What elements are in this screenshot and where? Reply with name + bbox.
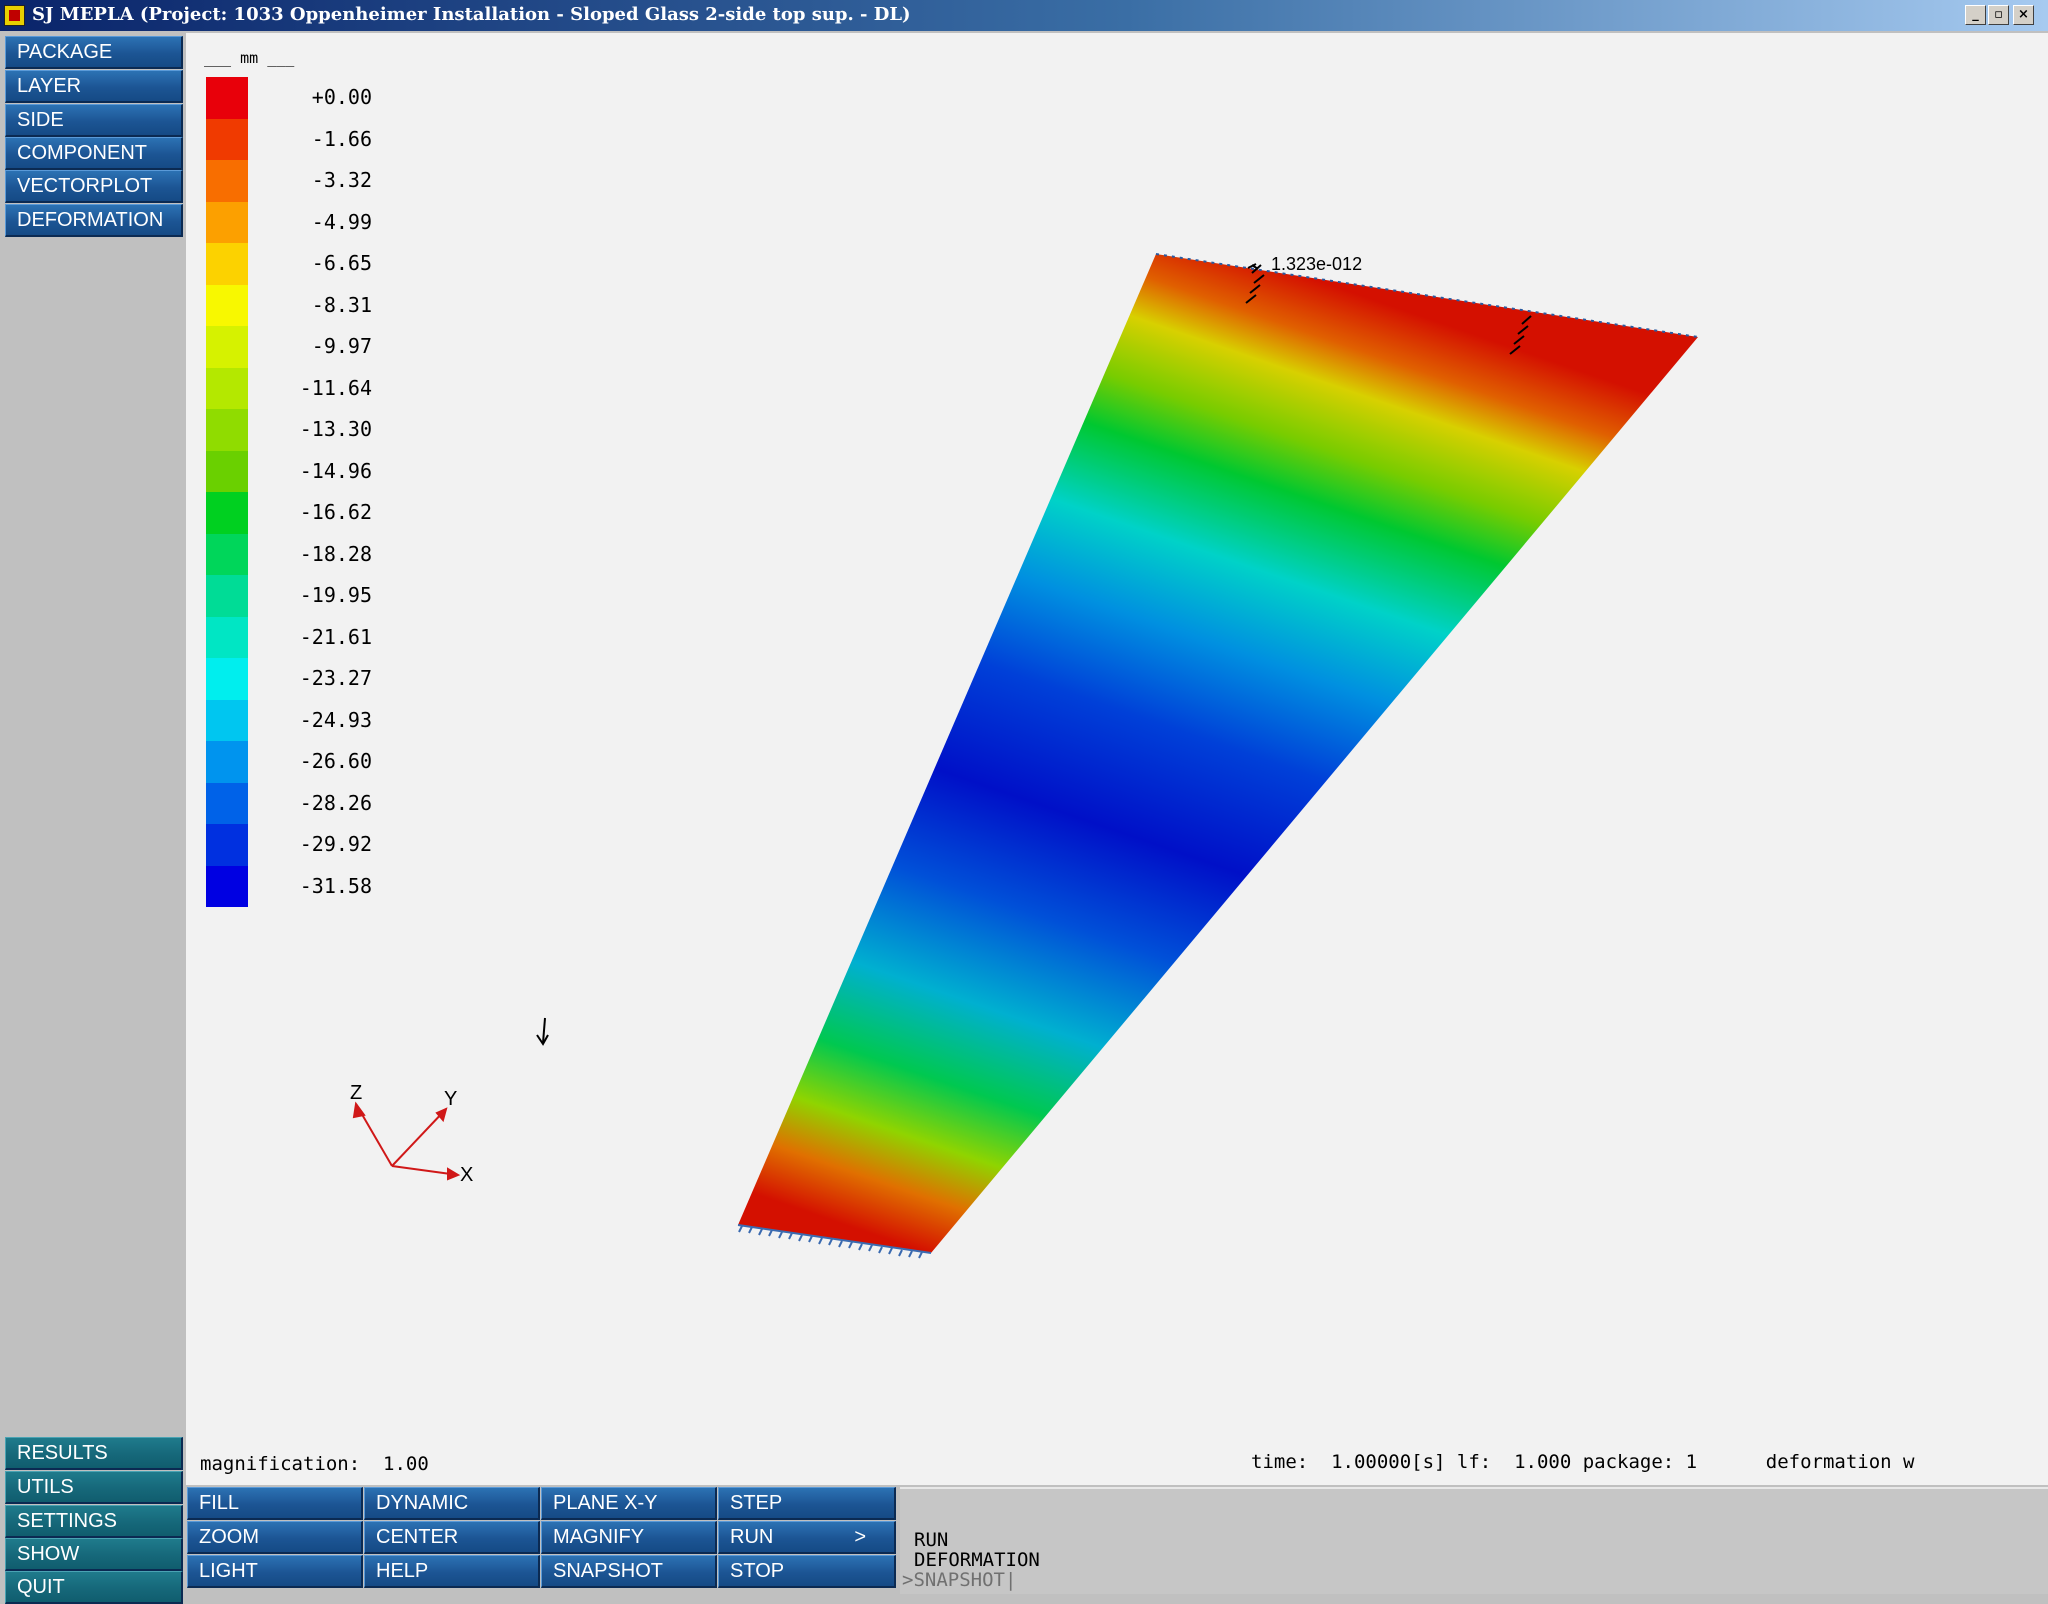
- stop-button[interactable]: STOP: [718, 1555, 896, 1588]
- results-button[interactable]: RESULTS: [5, 1437, 183, 1470]
- vectorplot-button[interactable]: VECTORPLOT: [5, 170, 183, 203]
- app-icon[interactable]: [4, 5, 25, 26]
- deformation-button[interactable]: DEFORMATION: [5, 204, 183, 237]
- plane-xy-button[interactable]: PLANE X-Y: [541, 1487, 717, 1520]
- close-button[interactable]: ×: [2013, 5, 2034, 25]
- run-submenu-arrow-icon: >: [854, 1526, 866, 1548]
- axis-label-y: Y: [444, 1088, 457, 1110]
- zoom-button[interactable]: ZOOM: [187, 1521, 363, 1554]
- history-line: RUN: [914, 1529, 949, 1551]
- light-button[interactable]: LIGHT: [187, 1555, 363, 1588]
- step-button[interactable]: STEP: [718, 1487, 896, 1520]
- glass-panel[interactable]: [738, 254, 1698, 1253]
- utils-button[interactable]: UTILS: [5, 1471, 183, 1504]
- side-button[interactable]: SIDE: [5, 104, 183, 137]
- axis-label-x: X: [460, 1164, 473, 1186]
- side-menu: PACKAGE LAYER SIDE COMPONENT VECTORPLOT …: [3, 33, 183, 1604]
- magnify-button[interactable]: MAGNIFY: [541, 1521, 717, 1554]
- minimize-button[interactable]: _: [1965, 5, 1986, 25]
- deformation-plot[interactable]: 1.323e-012 Z Y X: [186, 33, 2048, 1485]
- node-annotation: 1.323e-012: [1271, 254, 1362, 274]
- layer-button[interactable]: LAYER: [5, 70, 183, 103]
- command-input[interactable]: >SNAPSHOT|: [902, 1569, 1016, 1591]
- dynamic-button[interactable]: DYNAMIC: [364, 1487, 540, 1520]
- time-status: time: 1.00000[s] lf: 1.000 package: 1 de…: [1251, 1451, 1915, 1473]
- snapshot-button[interactable]: SNAPSHOT: [541, 1555, 717, 1588]
- settings-button[interactable]: SETTINGS: [5, 1505, 183, 1538]
- center-button[interactable]: CENTER: [364, 1521, 540, 1554]
- quit-button[interactable]: QUIT: [5, 1571, 183, 1604]
- history-line: DEFORMATION: [914, 1549, 1040, 1571]
- command-history-panel[interactable]: RUN DEFORMATION >SNAPSHOT|: [900, 1487, 2048, 1594]
- window-title: SJ MEPLA (Project: 1033 Oppenheimer Inst…: [32, 4, 911, 25]
- help-button[interactable]: HELP: [364, 1555, 540, 1588]
- axis-label-z: Z: [350, 1082, 362, 1104]
- load-arrow-icon: [536, 1017, 549, 1046]
- component-button[interactable]: COMPONENT: [5, 137, 183, 170]
- show-button[interactable]: SHOW: [5, 1538, 183, 1571]
- magnification-status: magnification: 1.00: [200, 1453, 429, 1475]
- graphics-viewport[interactable]: ___ mm ___ +0.00 -1.66 -3.32 -4.99 -6.65 -8.3…: [186, 33, 2048, 1485]
- restore-button[interactable]: ▫: [1988, 5, 2009, 25]
- run-label: RUN: [730, 1526, 774, 1548]
- title-bar: SJ MEPLA (Project: 1033 Oppenheimer Inst…: [0, 0, 2048, 31]
- run-button[interactable]: RUN >: [718, 1521, 896, 1554]
- fill-button[interactable]: FILL: [187, 1487, 363, 1520]
- axis-triad-icon: [352, 1101, 461, 1181]
- package-button[interactable]: PACKAGE: [5, 36, 183, 69]
